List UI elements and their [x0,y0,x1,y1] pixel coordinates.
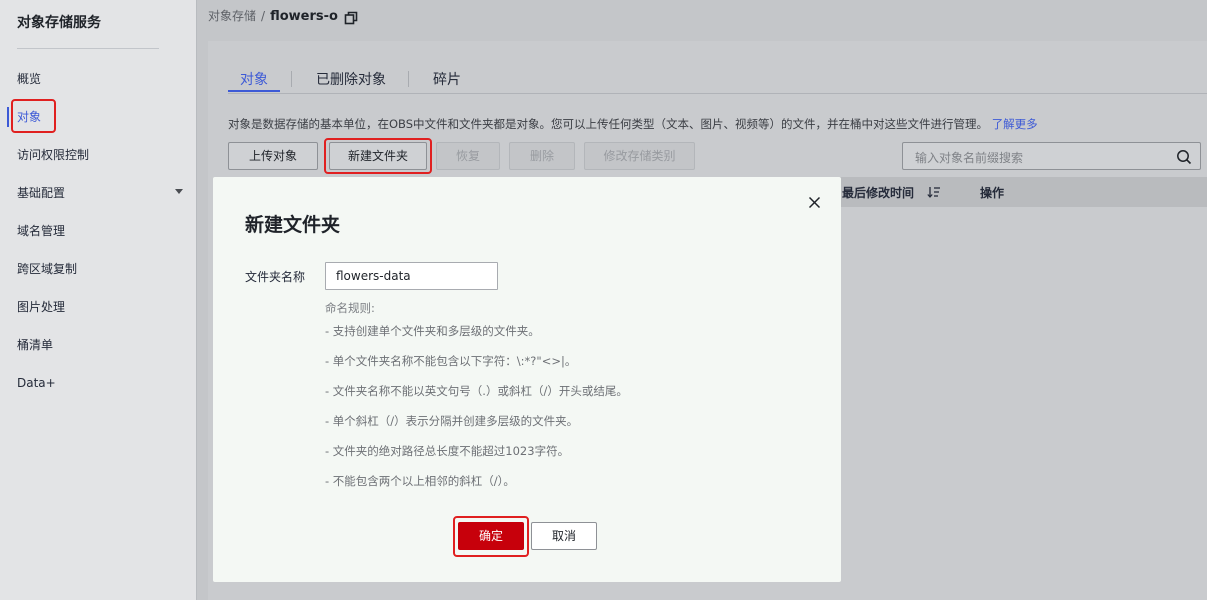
sidebar-divider [17,48,159,49]
breadcrumb-current: flowers-o [270,9,338,24]
delete-button[interactable]: 删除 [509,142,575,170]
sidebar-item-data-plus[interactable]: Data+ [17,374,56,392]
naming-rule: - 单个文件夹名称不能包含以下字符：\:*?"<>|。 [325,354,577,368]
folder-name-label: 文件夹名称 [245,270,306,284]
naming-rule: - 文件夹的绝对路径总长度不能超过1023字符。 [325,444,570,458]
folder-name-input[interactable] [325,262,498,290]
highlight-box-new-folder [324,138,432,174]
sidebar-item-basic-config[interactable]: 基础配置 [17,184,65,202]
tab-objects[interactable]: 对象 [240,69,268,91]
restore-button[interactable]: 恢复 [436,142,500,170]
change-storage-class-button[interactable]: 修改存储类别 [584,142,695,170]
sidebar-item-cross-region[interactable]: 跨区域复制 [17,260,77,278]
tab-deleted-objects[interactable]: 已删除对象 [316,69,386,91]
highlight-box-confirm [453,516,529,557]
naming-rule: - 支持创建单个文件夹和多层级的文件夹。 [325,324,540,338]
sort-icon[interactable] [927,186,941,198]
naming-rule: - 单个斜杠（/）表示分隔并创建多层级的文件夹。 [325,414,579,428]
tab-divider [291,71,292,87]
cancel-button[interactable]: 取消 [531,522,597,550]
description: 对象是数据存储的基本单位，在OBS中文件和文件夹都是对象。您可以上传任何类型（文… [228,116,1038,132]
tabs-baseline [228,93,1207,94]
search-placeholder: 输入对象名前缀搜索 [915,151,1024,165]
learn-more-link[interactable]: 了解更多 [992,117,1038,131]
sidebar: 对象存储服务 概览 对象 访问权限控制 基础配置 域名管理 跨区域复制 图片处理… [0,0,197,600]
column-header-last-modified[interactable]: 最后修改时间 [842,184,914,201]
upload-object-button[interactable]: 上传对象 [228,142,318,170]
search-icon[interactable] [1176,149,1192,165]
tab-fragments[interactable]: 碎片 [433,69,461,91]
naming-rules-title: 命名规则: [325,301,375,315]
sidebar-title: 对象存储服务 [17,15,101,31]
naming-rule: - 文件夹名称不能以英文句号（.）或斜杠（/）开头或结尾。 [325,384,628,398]
sidebar-item-domain[interactable]: 域名管理 [17,222,65,240]
breadcrumb: 对象存储 / flowers-o [208,6,338,26]
tab-active-underline [228,90,280,92]
sidebar-item-overview[interactable]: 概览 [17,70,41,88]
highlight-box-sidebar-objects [11,99,56,133]
sidebar-item-inventory[interactable]: 桶清单 [17,336,53,354]
search-input[interactable]: 输入对象名前缀搜索 [902,142,1201,170]
chevron-down-icon[interactable] [175,189,183,194]
sidebar-active-indicator [7,107,9,127]
new-folder-dialog: 新建文件夹 文件夹名称 命名规则: - 支持创建单个文件夹和多层级的文件夹。 -… [213,177,841,582]
close-icon[interactable] [808,196,821,209]
description-text: 对象是数据存储的基本单位，在OBS中文件和文件夹都是对象。您可以上传任何类型（文… [228,117,989,131]
breadcrumb-parent[interactable]: 对象存储 [208,9,256,23]
breadcrumb-separator: / [261,9,266,23]
tab-divider [408,71,409,87]
dialog-title: 新建文件夹 [245,214,341,236]
column-header-actions: 操作 [980,186,1005,200]
naming-rule: - 不能包含两个以上相邻的斜杠（/）。 [325,474,515,488]
sidebar-item-image-processing[interactable]: 图片处理 [17,298,65,316]
sidebar-item-access-control[interactable]: 访问权限控制 [17,146,89,164]
copy-icon[interactable] [344,11,358,25]
